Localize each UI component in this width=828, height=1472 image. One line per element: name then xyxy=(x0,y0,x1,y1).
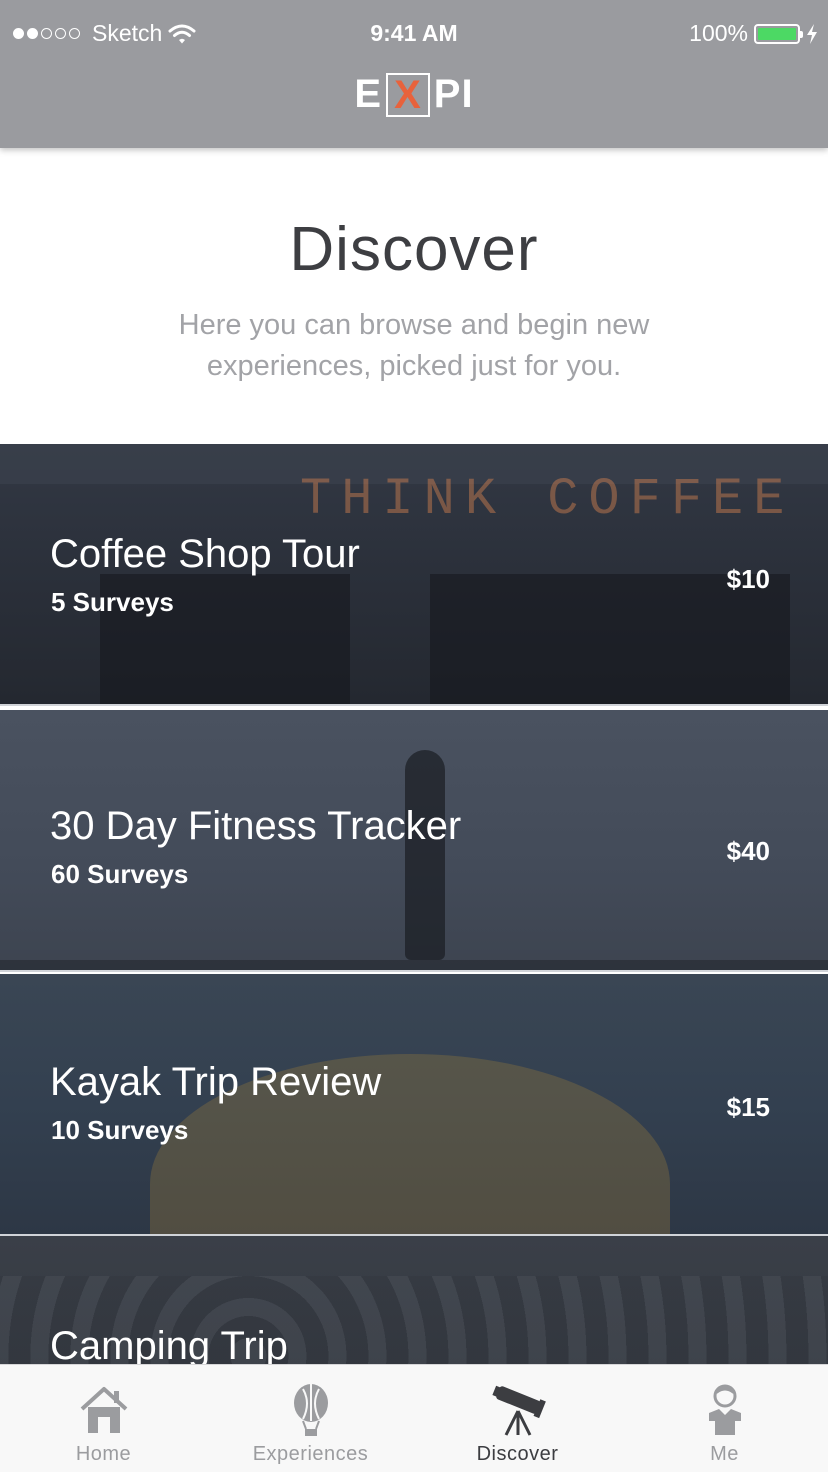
experience-title: Kayak Trip Review xyxy=(50,1060,382,1104)
battery-percent: 100% xyxy=(689,20,748,46)
experience-survey-count: 60 Surveys xyxy=(51,859,189,889)
experience-survey-count: 10 Surveys xyxy=(51,1115,189,1145)
tab-label: Discover xyxy=(476,1443,559,1465)
logo-boxed-letter: X xyxy=(386,72,430,117)
logo-text-right: PI xyxy=(433,72,474,116)
intro-section: Discover Here you can browse and begin n… xyxy=(0,148,828,444)
tab-label: Home xyxy=(75,1443,132,1465)
top-bar: Sketch 9:41 AM 100% E X PI xyxy=(0,0,828,148)
experience-survey-count: 5 Surveys xyxy=(51,587,174,617)
tab-discover[interactable]: Discover xyxy=(414,1365,621,1472)
page-description: Here you can browse and begin new experi… xyxy=(178,309,650,382)
experience-title: Coffee Shop Tour xyxy=(50,532,360,576)
tab-me[interactable]: Me xyxy=(621,1365,828,1472)
person-icon xyxy=(708,1384,741,1435)
status-right: 100% xyxy=(689,20,818,47)
hot-air-balloon-icon xyxy=(293,1384,328,1436)
tab-experiences[interactable]: Experiences xyxy=(207,1365,414,1472)
card-image-sign-text: THINK COFFEE xyxy=(300,470,795,529)
experience-price: $40 xyxy=(726,836,770,866)
experience-card-fitness-tracker[interactable]: 30 Day Fitness Tracker 60 Surveys $40 xyxy=(0,710,828,972)
tab-bar: Home Experiences Discover Me xyxy=(0,1364,828,1472)
experience-title: Camping Trip xyxy=(50,1324,288,1368)
experience-price: $10 xyxy=(726,564,770,594)
page-title: Discover xyxy=(289,215,539,284)
charging-bolt-icon xyxy=(807,23,817,44)
tab-label: Experiences xyxy=(252,1443,369,1465)
house-icon xyxy=(80,1387,127,1433)
tab-label: Me xyxy=(710,1443,739,1465)
experience-title: 30 Day Fitness Tracker xyxy=(50,804,462,848)
app-logo[interactable]: E X PI xyxy=(0,72,828,117)
experience-card-coffee-shop-tour[interactable]: THINK COFFEE Coffee Shop Tour 5 Surveys … xyxy=(0,444,828,706)
tab-home[interactable]: Home xyxy=(0,1365,207,1472)
experience-card-kayak-trip-review[interactable]: Kayak Trip Review 10 Surveys $15 xyxy=(0,974,828,1236)
status-bar: Sketch 9:41 AM 100% xyxy=(0,0,828,66)
experience-price: $15 xyxy=(726,1092,770,1122)
telescope-icon xyxy=(491,1385,546,1436)
logo-text-left: E xyxy=(354,72,383,116)
battery-icon xyxy=(754,23,803,44)
